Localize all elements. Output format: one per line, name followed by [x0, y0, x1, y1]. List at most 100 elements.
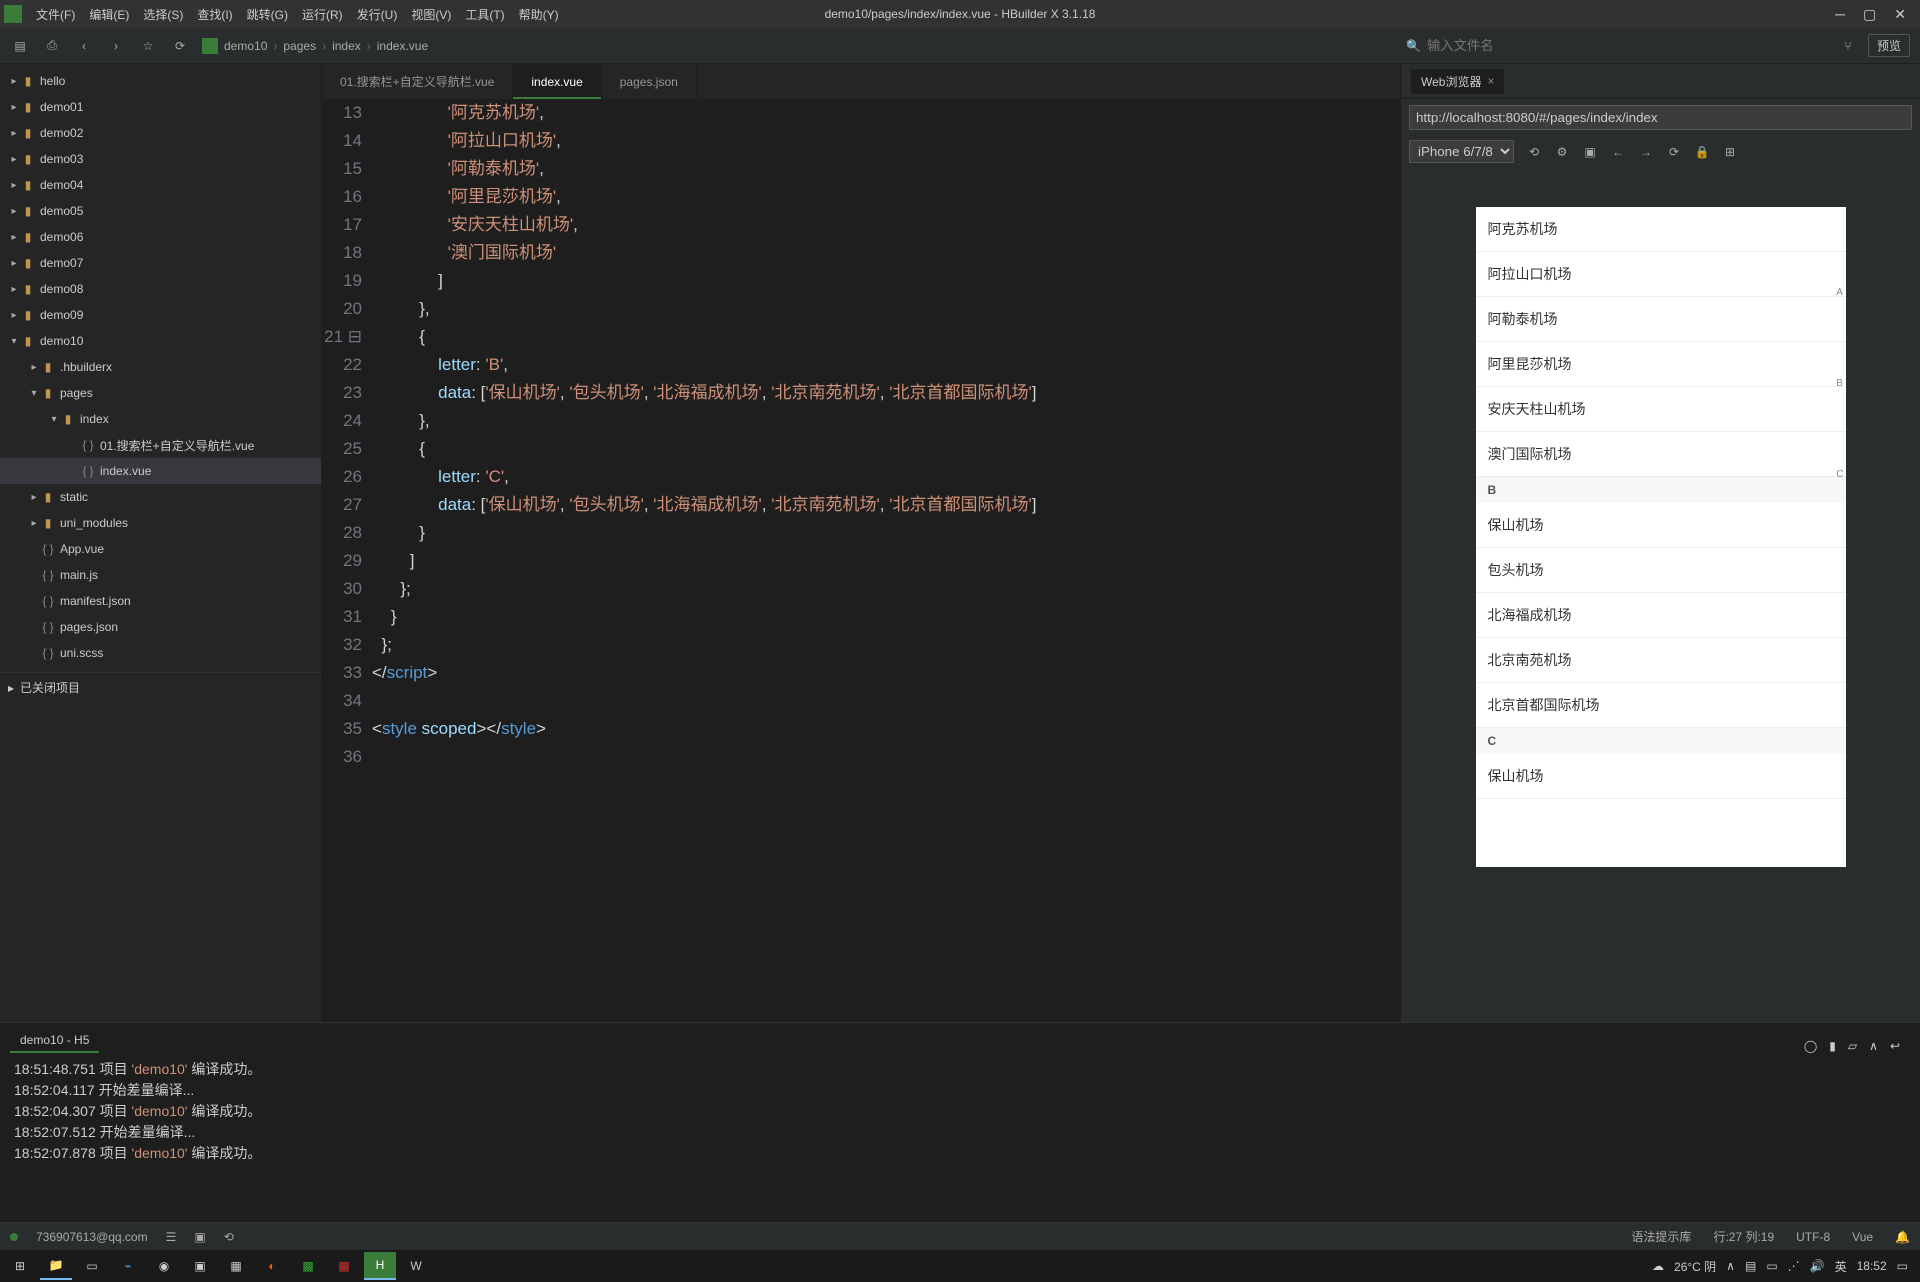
menu-7[interactable]: 视图(V): [411, 6, 451, 23]
menu-4[interactable]: 跳转(G): [247, 6, 288, 23]
list-item[interactable]: 保山机场: [1476, 503, 1846, 548]
code-editor[interactable]: 131415161718192021 ⊟22232425262728293031…: [322, 99, 1400, 1022]
chrome-icon[interactable]: ◉: [148, 1252, 180, 1280]
app-icon-2[interactable]: ▣: [184, 1252, 216, 1280]
list-item[interactable]: 阿拉山口机场: [1476, 252, 1846, 297]
console-output[interactable]: 18:51:48.751 项目 'demo10' 编译成功。18:52:04.1…: [0, 1053, 1920, 1222]
list-item[interactable]: 阿勒泰机场: [1476, 297, 1846, 342]
folder-demo08[interactable]: ▸▮demo08: [0, 276, 321, 302]
list-item[interactable]: 安庆天柱山机场: [1476, 387, 1846, 432]
list-item[interactable]: 阿克苏机场: [1476, 207, 1846, 252]
notifications-icon[interactable]: ▭: [1897, 1259, 1908, 1273]
app-icon-1[interactable]: ▭: [76, 1252, 108, 1280]
index-letter-B[interactable]: B: [1836, 378, 1843, 389]
network-icon[interactable]: ▤: [1745, 1259, 1756, 1273]
device-select[interactable]: iPhone 6/7/8: [1409, 140, 1514, 163]
save-icon[interactable]: ⎙: [42, 36, 62, 56]
file-main.js[interactable]: { }main.js: [0, 562, 321, 588]
filter-icon[interactable]: ⑂: [1838, 36, 1858, 56]
browser-tab[interactable]: Web浏览器 ×: [1411, 69, 1504, 94]
folder-index[interactable]: ▾▮index: [0, 406, 321, 432]
app-icon-5[interactable]: ▩: [328, 1252, 360, 1280]
minimize-icon[interactable]: ─: [1835, 6, 1845, 23]
menu-9[interactable]: 帮助(Y): [519, 6, 559, 23]
firefox-icon[interactable]: ◐: [256, 1252, 288, 1280]
bell-icon[interactable]: 🔔: [1895, 1230, 1910, 1244]
nav-forward-icon[interactable]: ›: [106, 36, 126, 56]
crumb-1[interactable]: pages: [283, 39, 316, 53]
file-index.vue[interactable]: { }index.vue: [0, 458, 321, 484]
file-search[interactable]: 🔍: [1406, 38, 1826, 53]
folder-demo02[interactable]: ▸▮demo02: [0, 120, 321, 146]
qrcode-icon[interactable]: ⊞: [1722, 144, 1738, 160]
folder-demo03[interactable]: ▸▮demo03: [0, 146, 321, 172]
file-App.vue[interactable]: { }App.vue: [0, 536, 321, 562]
cursor-pos[interactable]: 行:27 列:19: [1713, 1228, 1774, 1245]
hint-lib-label[interactable]: 语法提示库: [1631, 1228, 1691, 1245]
chevron-up-icon[interactable]: ∧: [1726, 1259, 1735, 1273]
folder-demo01[interactable]: ▸▮demo01: [0, 94, 321, 120]
gear-icon[interactable]: ⚙: [1554, 144, 1570, 160]
menu-1[interactable]: 编辑(E): [89, 6, 129, 23]
folder-pages[interactable]: ▾▮pages: [0, 380, 321, 406]
rotate-icon[interactable]: ⟲: [1526, 144, 1542, 160]
screenshot-icon[interactable]: ▣: [1582, 144, 1598, 160]
list-item[interactable]: 包头机场: [1476, 548, 1846, 593]
terminal-icon[interactable]: ▣: [194, 1230, 205, 1244]
list-item[interactable]: 澳门国际机场: [1476, 432, 1846, 477]
collapse-up-icon[interactable]: ∧: [1869, 1039, 1878, 1053]
file-uni.scss[interactable]: { }uni.scss: [0, 640, 321, 666]
code-body[interactable]: '阿克苏机场', '阿拉山口机场', '阿勒泰机场', '阿里昆莎机场', '安…: [372, 99, 1400, 1022]
menu-2[interactable]: 选择(S): [143, 6, 183, 23]
encoding-label[interactable]: UTF-8: [1796, 1230, 1830, 1244]
sync-icon[interactable]: ⟲: [224, 1230, 234, 1244]
stop-icon[interactable]: ◯: [1804, 1039, 1817, 1053]
crumb-3[interactable]: index.vue: [377, 39, 428, 53]
folder-demo04[interactable]: ▸▮demo04: [0, 172, 321, 198]
app-icon-3[interactable]: ▦: [220, 1252, 252, 1280]
folder-demo06[interactable]: ▸▮demo06: [0, 224, 321, 250]
folder-demo05[interactable]: ▸▮demo05: [0, 198, 321, 224]
close-icon[interactable]: ×: [1487, 74, 1494, 88]
file-manifest.json[interactable]: { }manifest.json: [0, 588, 321, 614]
browser-refresh-icon[interactable]: ⟳: [1666, 144, 1682, 160]
refresh-icon[interactable]: ⟳: [170, 36, 190, 56]
app-icon-4[interactable]: ▩: [292, 1252, 324, 1280]
file-search-input[interactable]: [1427, 38, 1727, 53]
ime-label[interactable]: 英: [1835, 1258, 1847, 1275]
menu-0[interactable]: 文件(F): [36, 6, 75, 23]
volume-icon[interactable]: 🔊: [1810, 1259, 1825, 1273]
preview-button[interactable]: 预览: [1868, 34, 1910, 57]
outline-icon[interactable]: ☰: [166, 1230, 177, 1244]
index-letter-C[interactable]: C: [1836, 469, 1843, 480]
list-item[interactable]: 阿里昆莎机场: [1476, 342, 1846, 387]
browser-url-input[interactable]: [1409, 105, 1912, 130]
wrap-icon[interactable]: ↩: [1890, 1039, 1900, 1053]
phone-frame[interactable]: ABC 阿克苏机场阿拉山口机场阿勒泰机场阿里昆莎机场安庆天柱山机场澳门国际机场B…: [1476, 207, 1846, 867]
nav-back-icon[interactable]: ‹: [74, 36, 94, 56]
folder-.hbuilderx[interactable]: ▸▮.hbuilderx: [0, 354, 321, 380]
language-label[interactable]: Vue: [1852, 1230, 1873, 1244]
lock-icon[interactable]: 🔒: [1694, 144, 1710, 160]
tab-01.搜索栏+自定义导航栏.vue[interactable]: 01.搜索栏+自定义导航栏.vue: [322, 64, 513, 99]
start-icon[interactable]: ⊞: [4, 1252, 36, 1280]
folder-demo10[interactable]: ▾▮demo10: [0, 328, 321, 354]
file-01.搜索栏+自定义导航栏.vue[interactable]: { }01.搜索栏+自定义导航栏.vue: [0, 432, 321, 458]
console-tab[interactable]: demo10 - H5: [10, 1029, 99, 1053]
account-label[interactable]: 736907613@qq.com: [36, 1230, 148, 1244]
list-item[interactable]: 保山机场: [1476, 754, 1846, 799]
tab-pages.json[interactable]: pages.json: [602, 64, 697, 99]
browser-forward-icon[interactable]: →: [1638, 144, 1654, 160]
closed-projects[interactable]: ▸ 已关闭项目: [0, 672, 321, 702]
wifi-icon[interactable]: ⋰: [1788, 1259, 1800, 1273]
wps-icon[interactable]: W: [400, 1252, 432, 1280]
crumb-2[interactable]: index: [332, 39, 361, 53]
weather-label[interactable]: 26°C 阴: [1674, 1258, 1716, 1275]
index-letter-A[interactable]: A: [1836, 287, 1843, 298]
clock-label[interactable]: 18:52: [1857, 1259, 1887, 1273]
file-pages.json[interactable]: { }pages.json: [0, 614, 321, 640]
new-file-icon[interactable]: ▤: [10, 36, 30, 56]
explorer-icon[interactable]: 📁: [40, 1252, 72, 1280]
list-item[interactable]: 北京南苑机场: [1476, 638, 1846, 683]
menu-6[interactable]: 发行(U): [357, 6, 398, 23]
